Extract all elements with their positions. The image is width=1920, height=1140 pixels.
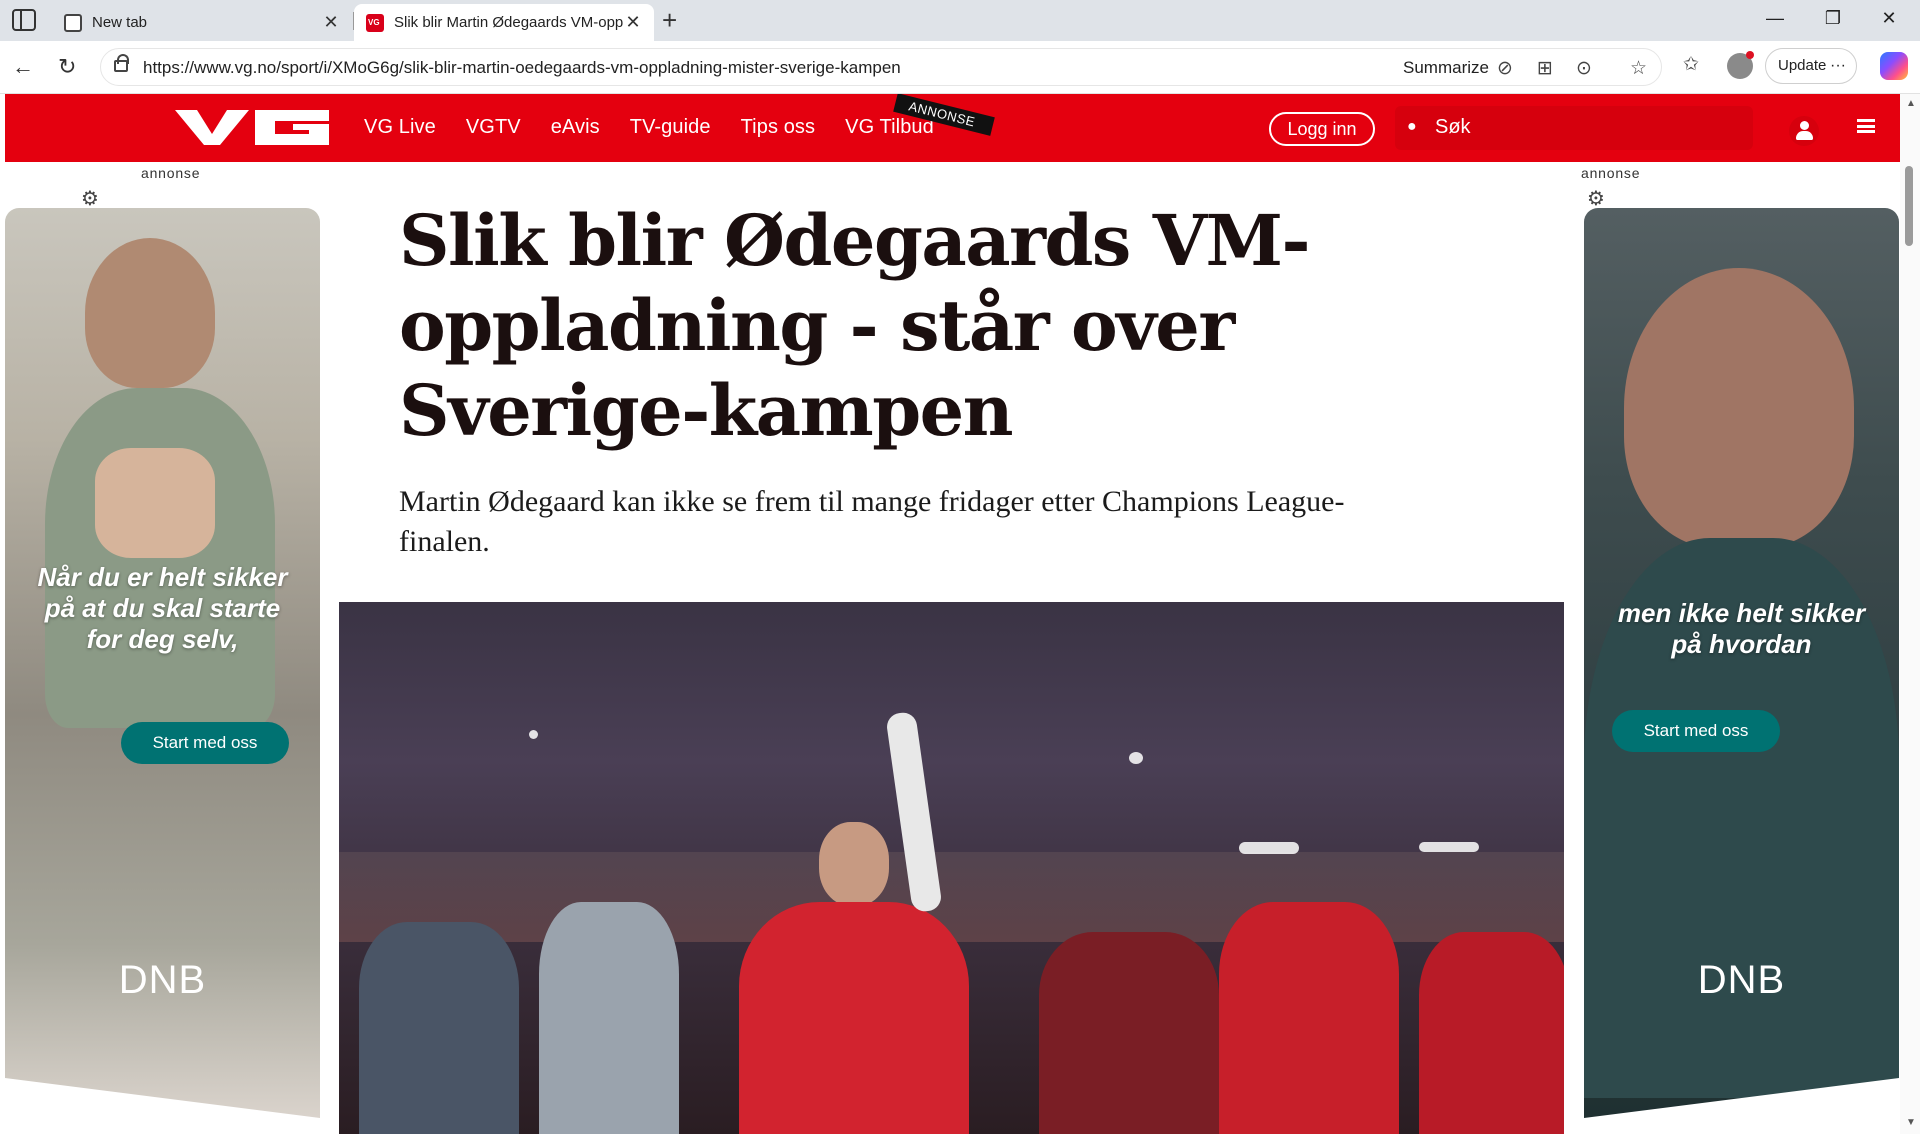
ad-person-belly xyxy=(95,448,215,558)
new-tab-favicon-icon xyxy=(64,13,82,32)
more-circle-icon[interactable]: ⊙ xyxy=(1576,57,1592,80)
page-scrollbar[interactable]: ▲ ▼ xyxy=(1900,94,1920,1134)
browser-tab-bar: New tab ✕ Slik blir Martin Ødegaards VM-… xyxy=(0,0,1920,41)
lock-icon[interactable] xyxy=(114,54,129,72)
new-tab-plus-icon[interactable]: + xyxy=(662,4,677,36)
tab-title: New tab xyxy=(92,14,148,31)
vg-favicon-icon xyxy=(366,13,384,32)
url-text[interactable]: https://www.vg.no/sport/i/XMoG6g/slik-bl… xyxy=(143,58,901,78)
more-options-icon[interactable]: ··· xyxy=(1830,49,1846,83)
ad-banner-left[interactable]: Når du er helt sikker på at du skal star… xyxy=(5,208,320,1128)
dnb-logo: DNB xyxy=(1697,958,1786,1002)
crowd-person xyxy=(359,922,519,1134)
stadium-light xyxy=(529,730,538,739)
scroll-up-icon[interactable]: ▲ xyxy=(1906,98,1916,109)
ad-headline-left: Når du er helt sikker på at du skal star… xyxy=(37,562,288,654)
back-arrow-icon[interactable]: ← xyxy=(12,54,34,80)
hero-image[interactable] xyxy=(339,602,1564,1134)
close-icon[interactable]: ✕ xyxy=(322,12,340,33)
ad-cta-button-left[interactable]: Start med oss xyxy=(121,722,289,764)
article-lead: Martin Ødegaard kan ikke se frem til man… xyxy=(399,485,1345,558)
copilot-icon[interactable] xyxy=(1880,52,1908,80)
update-button[interactable]: Update ··· xyxy=(1765,48,1857,84)
nav-item-tv-guide[interactable]: TV-guide xyxy=(630,116,711,139)
stadium-light xyxy=(1129,752,1143,764)
nav-item-eavis[interactable]: eAvis xyxy=(551,116,600,139)
nav-item-vgtv[interactable]: VGTV xyxy=(466,116,521,139)
refresh-icon[interactable]: ↻ xyxy=(58,54,76,80)
notification-dot xyxy=(1746,51,1754,59)
crowd-person xyxy=(539,902,679,1134)
ad-person-head xyxy=(85,238,215,388)
search-input[interactable]: ● Søk xyxy=(1395,106,1753,150)
vg-logo[interactable] xyxy=(175,110,329,145)
summarize-button[interactable]: Summarize xyxy=(1403,58,1489,78)
stadium-light xyxy=(1239,842,1299,854)
ad-label-right: annonse xyxy=(1581,165,1641,181)
nav-item-vg-live[interactable]: VG Live xyxy=(364,116,436,139)
crowd-person xyxy=(1219,902,1399,1134)
address-bar-row: ← ↻ https://www.vg.no/sport/i/XMoG6g/sli… xyxy=(0,41,1920,94)
ad-cta-button-right[interactable]: Start med oss xyxy=(1612,710,1780,752)
crowd-person xyxy=(1039,932,1219,1134)
hamburger-menu-icon[interactable] xyxy=(1857,119,1875,133)
ad-shape-cut xyxy=(5,1078,320,1128)
search-icon: ● xyxy=(1407,118,1417,135)
article-headline: Slik blir Ødegaards VM-oppladning - står… xyxy=(399,199,1311,452)
dnb-logo: DNB xyxy=(118,958,207,1002)
ad-label-left: annonse xyxy=(141,165,201,181)
tab-title: Slik blir Martin Ødegaards VM-opp xyxy=(394,14,624,31)
search-placeholder: Søk xyxy=(1435,116,1471,138)
tab-new-tab[interactable]: New tab ✕ xyxy=(52,4,352,41)
main-nav: VG Live VGTV eAvis TV-guide Tips oss VG … xyxy=(364,116,934,139)
user-icon[interactable] xyxy=(1789,116,1819,146)
nav-item-tips-oss[interactable]: Tips oss xyxy=(741,116,816,139)
page-viewport: VG Live VGTV eAvis TV-guide Tips oss VG … xyxy=(5,94,1900,1134)
ad-person-body xyxy=(45,388,275,728)
crowd-person xyxy=(1419,932,1564,1134)
copilot-summary-icon[interactable]: ⊘ xyxy=(1497,57,1513,80)
login-button[interactable]: Logg inn xyxy=(1269,112,1375,146)
url-field[interactable]: https://www.vg.no/sport/i/XMoG6g/slik-bl… xyxy=(100,48,1662,86)
ad-person-head xyxy=(1624,268,1854,548)
scroll-thumb[interactable] xyxy=(1905,166,1913,246)
window-close-icon[interactable]: ✕ xyxy=(1866,8,1912,29)
apps-grid-icon[interactable]: ⊞ xyxy=(1537,57,1553,80)
minimize-icon[interactable]: — xyxy=(1752,8,1798,29)
favorites-list-icon[interactable]: ✩ xyxy=(1683,53,1699,76)
update-label: Update xyxy=(1778,57,1827,74)
player-shirt xyxy=(739,902,969,1134)
ad-shape-cut xyxy=(1584,1078,1899,1128)
nav-item-vg-tilbud[interactable]: VG Tilbud xyxy=(845,116,934,139)
stadium-light xyxy=(1419,842,1479,852)
tab-vg-article[interactable]: Slik blir Martin Ødegaards VM-opp ✕ xyxy=(354,4,654,41)
vg-site-header: VG Live VGTV eAvis TV-guide Tips oss VG … xyxy=(5,94,1900,162)
player-head xyxy=(819,822,889,906)
favorite-star-icon[interactable]: ☆ xyxy=(1630,57,1647,80)
tab-actions-icon[interactable] xyxy=(12,9,36,31)
ad-headline-right: men ikke helt sikker på hvordan xyxy=(1617,598,1866,659)
restore-icon[interactable]: ❐ xyxy=(1810,8,1856,29)
ad-banner-right[interactable]: men ikke helt sikker på hvordan Start me… xyxy=(1584,208,1899,1128)
close-icon[interactable]: ✕ xyxy=(624,12,642,33)
scroll-down-icon[interactable]: ▼ xyxy=(1906,1117,1916,1128)
